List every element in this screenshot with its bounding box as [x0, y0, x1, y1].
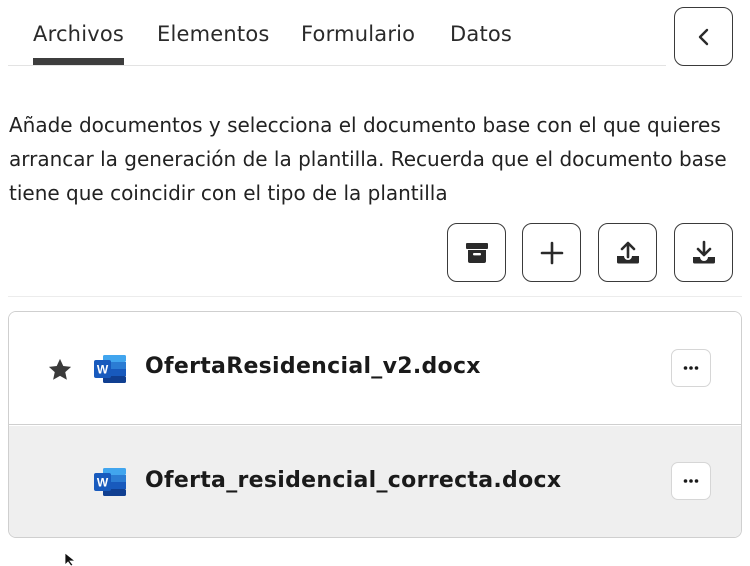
- download-button[interactable]: [674, 223, 733, 282]
- tab-elementos[interactable]: Elementos: [157, 22, 270, 46]
- mouse-cursor-icon: [64, 552, 77, 566]
- tab-formulario[interactable]: Formulario: [301, 22, 415, 46]
- tab-archivos[interactable]: Archivos: [33, 22, 125, 65]
- upload-icon: [616, 241, 639, 263]
- file-name[interactable]: Oferta_residencial_correcta.docx: [145, 468, 561, 493]
- divider: [8, 296, 742, 297]
- file-name[interactable]: OfertaResidencial_v2.docx: [145, 354, 481, 379]
- word-icon: W: [94, 468, 126, 496]
- plus-icon: [540, 241, 563, 264]
- tab-datos[interactable]: Datos: [450, 22, 512, 46]
- archive-button[interactable]: [447, 223, 506, 282]
- file-row[interactable]: W Oferta_residencial_correcta.docx: [9, 426, 741, 537]
- download-icon: [692, 240, 715, 263]
- more-horizontal-icon: [683, 366, 699, 370]
- file-list: W OfertaResidencial_v2.docx W Oferta_res…: [8, 311, 742, 538]
- upload-button[interactable]: [598, 223, 657, 282]
- more-horizontal-icon: [683, 479, 699, 483]
- archive-icon: [465, 242, 488, 263]
- files-description: Añade documentos y selecciona el documen…: [9, 113, 727, 205]
- file-options-button[interactable]: [671, 349, 711, 387]
- star-icon[interactable]: [46, 356, 74, 384]
- svg-text:W: W: [97, 363, 109, 377]
- file-options-button[interactable]: [671, 462, 711, 500]
- file-row[interactable]: W OfertaResidencial_v2.docx: [9, 312, 741, 425]
- collapse-panel-button[interactable]: [674, 7, 733, 66]
- tab-bar: Archivos Elementos Formulario Datos: [8, 0, 666, 66]
- add-file-button[interactable]: [522, 223, 581, 282]
- svg-text:W: W: [97, 476, 109, 490]
- word-icon: W: [94, 355, 126, 383]
- chevron-left-icon: [698, 28, 708, 45]
